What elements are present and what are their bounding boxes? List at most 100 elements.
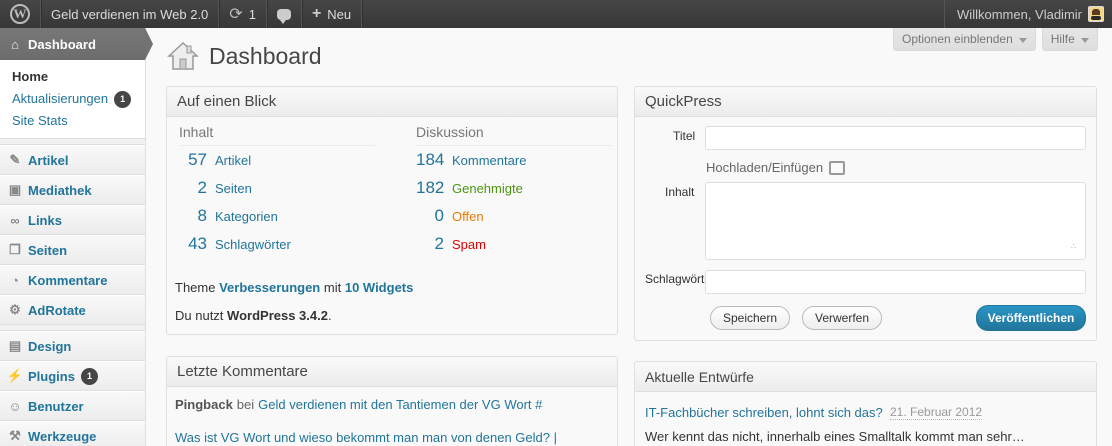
upload-insert[interactable]: Hochladen/Einfügen [706, 160, 846, 175]
sidebar-item-label: Artikel [28, 152, 69, 168]
dashboard-submenu: Home Aktualisierungen 1 Site Stats [0, 60, 145, 139]
my-account-link[interactable]: Willkommen, Vladimir [944, 0, 1112, 28]
sidebar-item-dashboard[interactable]: ⌂ Dashboard [0, 28, 153, 60]
tags-input[interactable] [705, 270, 1086, 294]
discussion-column: Diskussion 184 Kommentare 182 Genehmigte 0… [416, 124, 612, 258]
version-number: WordPress 3.4.2 [227, 308, 328, 323]
comments-link[interactable] [267, 0, 301, 28]
upload-label: Hochladen/Einfügen [706, 160, 824, 175]
stat-row[interactable]: 182 Genehmigte [416, 174, 612, 202]
new-content-link[interactable]: + Neu [302, 0, 361, 28]
stat-number: 8 [197, 206, 207, 225]
stat-number: 182 [416, 178, 445, 197]
widget-title[interactable]: Letzte Kommentare [167, 357, 617, 387]
title-label: Titel [673, 129, 696, 143]
stat-row[interactable]: 8 Kategorien [179, 202, 375, 230]
comment-type: Pingback [175, 397, 233, 412]
media-upload-icon[interactable] [829, 160, 846, 175]
publish-button[interactable]: Veröffentlichen [976, 305, 1086, 331]
widget-title[interactable]: Auf einen Blick [167, 87, 617, 117]
sidebar-item-label: Links [28, 212, 62, 228]
sidebar-item-label: Kommentare [28, 272, 108, 288]
sidebar-item-label: Werkzeuge [28, 428, 97, 444]
content-column: Inhalt 57 Artikel 2 Seiten 8 Kategorien 43 S… [179, 124, 375, 258]
submenu-label: Home [12, 69, 49, 84]
sidebar-item-benutzer[interactable]: ☺ Benutzer [0, 391, 145, 421]
content-label: Inhalt [665, 185, 695, 199]
submenu-item-site-stats[interactable]: Site Stats [12, 110, 145, 132]
updates-link[interactable]: ⟳ 1 [219, 0, 266, 28]
draft-date: 21. Februar 2012 [890, 405, 983, 420]
stat-row[interactable]: 0 Offen [416, 202, 612, 230]
comment-post-link[interactable]: Geld verdienen mit den Tantiemen der VG … [258, 397, 542, 412]
home-icon: ⌂ [11, 36, 19, 52]
sidebar-item-adrotate[interactable]: ⚙ AdRotate [0, 295, 145, 325]
stat-row[interactable]: 2 Seiten [179, 174, 375, 202]
screen-options-button[interactable]: Optionen einblenden [893, 28, 1036, 51]
wordpress-logo-icon[interactable]: W [0, 0, 40, 28]
resize-grip-icon[interactable]: ∴ [1071, 243, 1081, 255]
sidebar-item-plugins[interactable]: ⚡ Plugins 1 [0, 361, 145, 391]
version-suffix: . [327, 308, 332, 323]
theme-link[interactable]: Verbesserungen [219, 280, 320, 295]
sidebar-item-label: Design [28, 338, 72, 354]
widget-title[interactable]: Aktuelle Entwürfe [635, 362, 1096, 392]
widgets-link[interactable]: 10 Widgets [345, 280, 414, 295]
stat-row[interactable]: 57 Artikel [179, 146, 375, 174]
theme-prefix: Theme [175, 280, 216, 295]
sidebar-item-label: Dashboard [28, 36, 96, 52]
theme-info: Theme Verbesserungen mit 10 Widgets [175, 280, 413, 295]
widget-title[interactable]: QuickPress [635, 87, 1096, 117]
stat-label: Genehmigte [452, 180, 523, 196]
version-info: Du nutzt WordPress 3.4.2. [175, 308, 332, 323]
submenu-label: Site Stats [12, 113, 68, 128]
quickpress-widget: QuickPress Titel Hochladen/Einfügen Inha… [634, 86, 1097, 341]
divider [361, 0, 363, 28]
recent-comments-widget: Letzte Kommentare Pingback bei Geld verdie… [166, 356, 618, 446]
content-textarea[interactable]: ∴ [705, 182, 1086, 260]
site-name-link[interactable]: Geld verdienen im Web 2.0 [41, 0, 218, 28]
discard-button[interactable]: Verwerfen [802, 306, 882, 330]
comment-bubble-icon [276, 8, 291, 24]
stat-label: Kommentare [452, 152, 527, 168]
comments-icon: ◔ [11, 272, 19, 288]
sidebar-item-seiten[interactable]: ❐ Seiten [0, 235, 145, 265]
save-draft-button[interactable]: Speichern [710, 306, 790, 330]
stat-number: 43 [188, 234, 207, 253]
recent-drafts-widget: Aktuelle Entwürfe IT-Fachbücher schreibe… [634, 361, 1097, 446]
home-icon [167, 41, 199, 70]
stat-row[interactable]: 43 Schlagwörter [179, 230, 375, 258]
page-header: Dashboard [167, 40, 322, 72]
sidebar-item-werkzeuge[interactable]: ⚒ Werkzeuge [0, 421, 145, 446]
draft-title-link[interactable]: IT-Fachbücher schreiben, lohnt sich das? [645, 405, 883, 420]
stat-number: 57 [188, 150, 207, 169]
sidebar-item-artikel[interactable]: ✎ Artikel [0, 145, 145, 175]
stat-row[interactable]: 2 Spam [416, 230, 612, 258]
stat-label: Kategorien [215, 208, 278, 224]
sidebar-item-mediathek[interactable]: ▣ Mediathek [0, 175, 145, 205]
avatar [1088, 6, 1104, 22]
updates-count: 1 [248, 6, 256, 22]
plugin-icon: ⚡ [6, 368, 24, 383]
sidebar-item-label: Benutzer [28, 398, 84, 414]
appearance-icon: ▤ [8, 338, 22, 353]
stat-label: Seiten [215, 180, 252, 196]
plus-icon: + [311, 5, 322, 22]
sidebar-item-links[interactable]: ∞ Links [0, 205, 145, 235]
submenu-item-home[interactable]: Home [12, 66, 145, 88]
stat-row[interactable]: 184 Kommentare [416, 146, 612, 174]
content-heading: Inhalt [179, 124, 375, 146]
submenu-item-updates[interactable]: Aktualisierungen 1 [12, 88, 145, 110]
stat-number: 2 [434, 234, 444, 253]
help-button[interactable]: Hilfe [1041, 28, 1098, 51]
title-input[interactable] [705, 126, 1086, 150]
page-title: Dashboard [209, 42, 322, 69]
link-icon: ∞ [10, 212, 20, 228]
admin-bar: W Geld verdienen im Web 2.0 ⟳ 1 + Neu Wi… [0, 0, 1112, 28]
version-prefix: Du nutzt [175, 308, 224, 323]
sidebar-item-design[interactable]: ▤ Design [0, 331, 145, 361]
stat-label: Offen [452, 208, 484, 224]
comment-excerpt-link[interactable]: Was ist VG Wort und wieso bekommt man ma… [175, 430, 557, 445]
sidebar-item-kommentare[interactable]: ◔ Kommentare [0, 265, 145, 295]
pin-icon: ✎ [9, 152, 21, 167]
